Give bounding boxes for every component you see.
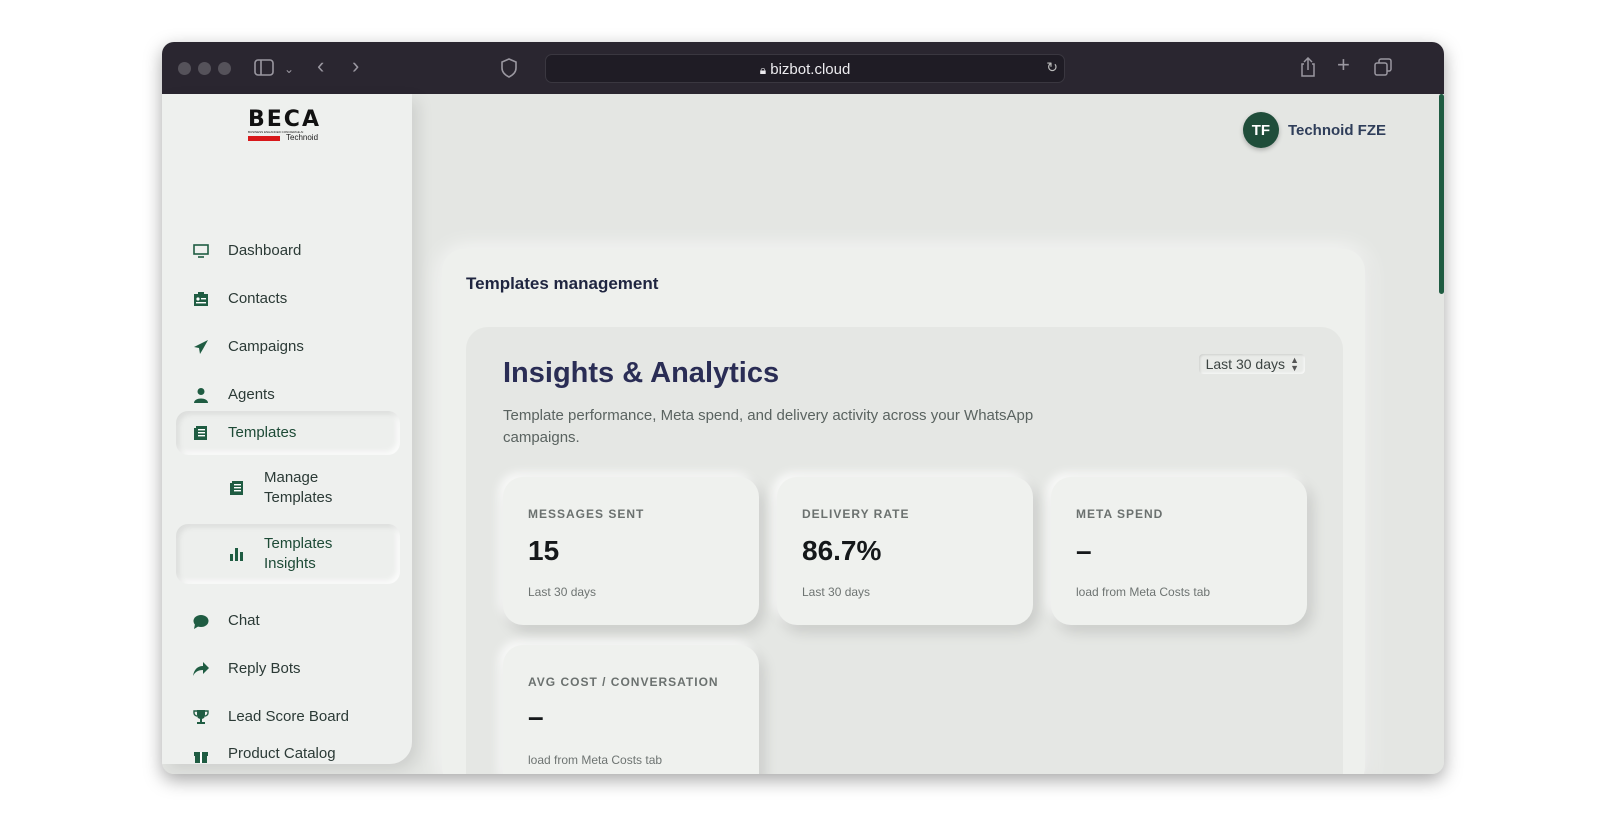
- reload-icon[interactable]: ↻: [1046, 59, 1058, 76]
- document-icon: [192, 424, 210, 442]
- logo-red-bar: [248, 136, 280, 141]
- lock-icon: 🔒︎: [759, 63, 767, 77]
- sidebar-item-chat[interactable]: Chat: [176, 599, 400, 643]
- trophy-icon: [192, 708, 210, 726]
- browser-window: ⌄ ‹ › 🔒︎ bizbot.cloud ↻ + BECA BUSINESS …: [162, 42, 1444, 774]
- chevron-down-icon[interactable]: ⌄: [284, 60, 294, 78]
- metric-label: MESSAGES SENT: [528, 507, 645, 521]
- sidebar: BECA BUSINESS ENHANCED CONCIERGE AI Tech…: [162, 94, 412, 764]
- sidebar-item-label: Lead Score Board: [228, 708, 349, 725]
- sidebar-item-manage-templates[interactable]: Manage Templates: [176, 466, 400, 510]
- metric-card-messages-sent: MESSAGES SENT 15 Last 30 days: [503, 477, 759, 625]
- url-text: bizbot.cloud: [770, 61, 851, 78]
- metric-subtext: Last 30 days: [802, 585, 871, 599]
- zoom-window-button[interactable]: [218, 62, 231, 75]
- metric-subtext: load from Meta Costs tab: [1076, 585, 1211, 599]
- minimize-window-button[interactable]: [198, 62, 211, 75]
- browser-toolbar: ⌄ ‹ › 🔒︎ bizbot.cloud ↻ +: [162, 42, 1444, 94]
- scrollbar[interactable]: [1439, 94, 1444, 294]
- metric-value: –: [1076, 535, 1092, 566]
- gift-icon: [192, 746, 210, 764]
- metric-subtext: Last 30 days: [528, 585, 597, 599]
- sidebar-item-reply-bots[interactable]: Reply Bots: [176, 647, 400, 691]
- sidebar-item-label: Templates: [228, 424, 297, 441]
- close-window-button[interactable]: [178, 62, 191, 75]
- forward-icon[interactable]: ›: [352, 55, 359, 77]
- sidebar-item-label: Reply Bots: [228, 660, 301, 677]
- insights-heading: Insights & Analytics: [503, 357, 780, 389]
- user-menu[interactable]: TF Technoid FZE: [1242, 112, 1386, 148]
- sidebar-item-contacts[interactable]: Contacts: [176, 277, 400, 321]
- sidebar-item-label: Chat: [228, 612, 260, 629]
- sidebar-item-label: Campaigns: [228, 338, 304, 355]
- sidebar-item-dashboard[interactable]: Dashboard: [176, 229, 400, 273]
- metric-subtext: load from Meta Costs tab: [528, 753, 663, 767]
- shield-icon[interactable]: [500, 58, 518, 81]
- page-title: Templates management: [466, 274, 659, 293]
- date-range-select[interactable]: Last 30 days ▲ ▼: [1198, 354, 1305, 374]
- reply-arrow-icon: [192, 660, 210, 678]
- avatar: TF: [1242, 112, 1279, 148]
- sidebar-toggle-icon[interactable]: [254, 59, 274, 79]
- metric-card-delivery-rate: DELIVERY RATE 86.7% Last 30 days: [777, 477, 1033, 625]
- templates-panel: Templates management Insights & Analytic…: [442, 249, 1365, 774]
- chat-bubble-icon: [192, 612, 210, 630]
- metric-value: 15: [528, 535, 560, 566]
- bar-chart-icon: [228, 545, 246, 563]
- insights-section: Insights & Analytics Template performanc…: [466, 327, 1343, 774]
- sidebar-item-label: Manage Templates: [264, 469, 333, 506]
- app-content: BECA BUSINESS ENHANCED CONCIERGE AI Tech…: [162, 94, 1444, 774]
- metric-label: META SPEND: [1076, 507, 1164, 521]
- document-icon: [228, 479, 246, 497]
- monitor-icon: [192, 242, 210, 260]
- new-tab-icon[interactable]: +: [1337, 54, 1350, 76]
- paper-plane-icon: [192, 338, 210, 356]
- select-arrows-icon: ▲ ▼: [1290, 355, 1299, 373]
- user-icon: [192, 386, 210, 404]
- user-name: Technoid FZE: [1287, 121, 1386, 139]
- logo-wordmark: BECA: [248, 107, 321, 132]
- sidebar-item-label: Dashboard: [228, 242, 302, 259]
- sidebar-item-label: Templates Insights: [264, 535, 333, 572]
- sidebar-item-label: Product Catalog: [228, 745, 336, 762]
- contact-card-icon: [192, 290, 210, 308]
- address-bar[interactable]: 🔒︎ bizbot.cloud ↻: [545, 54, 1065, 83]
- metric-label: DELIVERY RATE: [802, 507, 910, 521]
- sidebar-item-templates-insights[interactable]: Templates Insights: [176, 524, 400, 584]
- insights-description: Template performance, Meta spend, and de…: [503, 407, 1034, 446]
- metric-card-meta-spend: META SPEND – load from Meta Costs tab: [1051, 477, 1307, 625]
- sidebar-item-templates[interactable]: Templates: [176, 411, 400, 455]
- sidebar-item-lead-score-board[interactable]: Lead Score Board: [176, 695, 400, 739]
- back-icon[interactable]: ‹: [317, 55, 324, 77]
- share-icon[interactable]: [1300, 56, 1316, 80]
- logo-brand: Technoid: [286, 133, 319, 142]
- metric-value: –: [528, 701, 544, 732]
- tab-overview-icon[interactable]: [1374, 58, 1392, 79]
- sidebar-item-label: Agents: [228, 386, 275, 403]
- sidebar-item-campaigns[interactable]: Campaigns: [176, 325, 400, 369]
- metric-label: AVG COST / CONVERSATION: [528, 675, 719, 689]
- sidebar-item-label: Contacts: [228, 290, 288, 307]
- metric-value: 86.7%: [802, 535, 882, 566]
- sidebar-item-product-catalog[interactable]: Product Catalog: [176, 742, 400, 764]
- metric-card-avg-cost: AVG COST / CONVERSATION – load from Meta…: [503, 645, 759, 774]
- beca-logo[interactable]: BECA BUSINESS ENHANCED CONCIERGE AI Tech…: [248, 107, 328, 152]
- date-range-value: Last 30 days: [1205, 356, 1285, 372]
